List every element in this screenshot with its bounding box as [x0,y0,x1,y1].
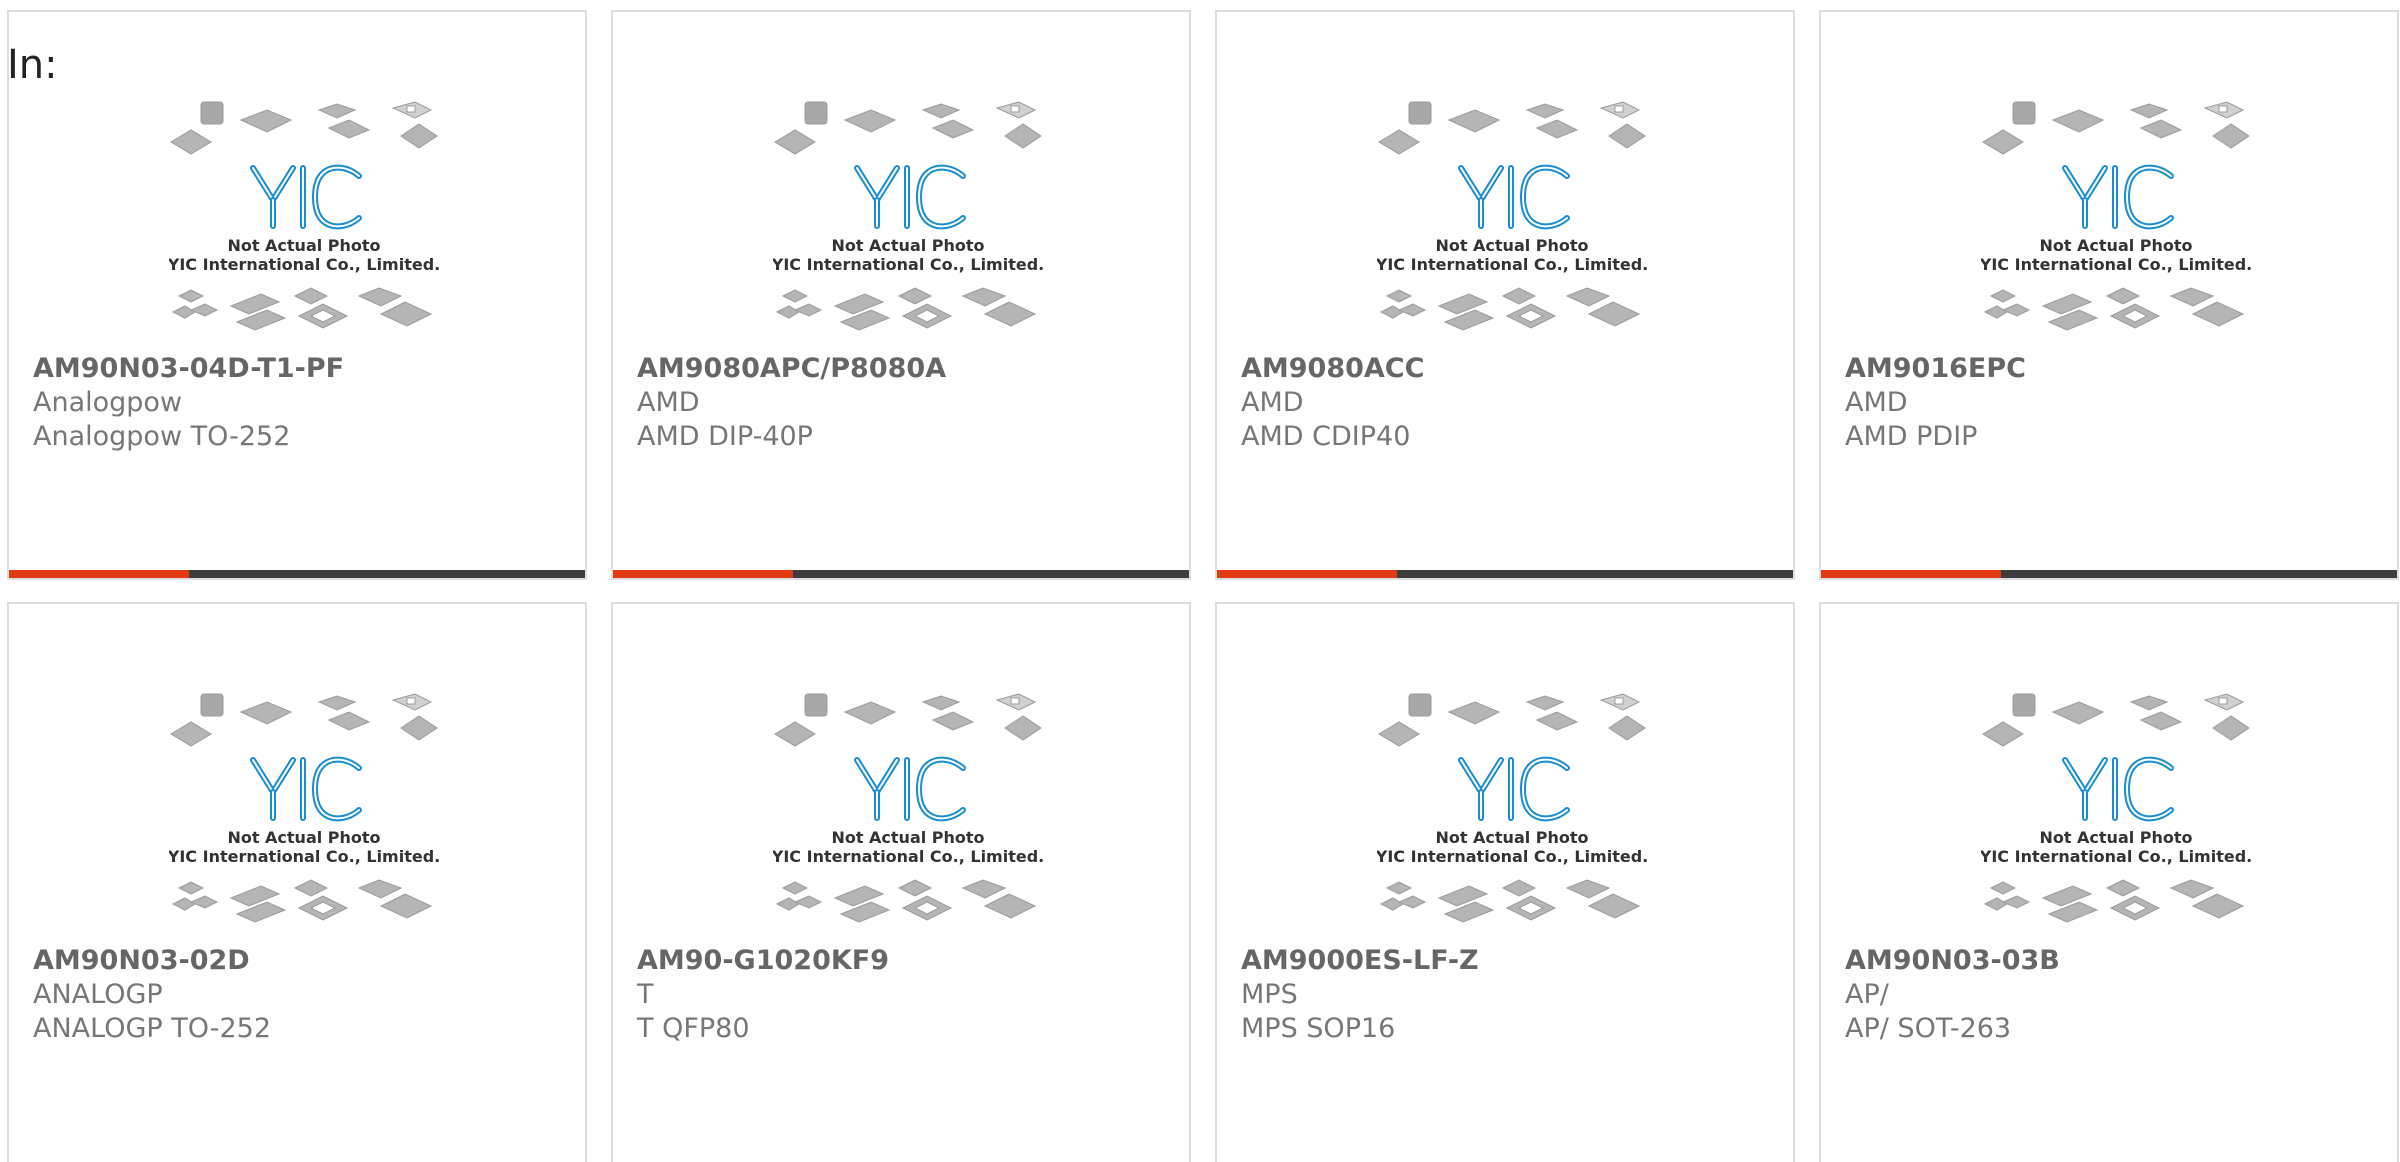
part-number[interactable]: AM9080ACC [1241,352,1783,386]
product-info: AM9080ACC AMD AMD CDIP40 [1241,352,1783,454]
card-accent-bar [1217,570,1793,578]
card-accent-bar [9,570,585,578]
placeholder-line1: Not Actual Photo [1435,828,1588,847]
card-accent-bar [613,570,1189,578]
package: ANALOGP TO-252 [33,1013,272,1044]
product-info: AM90N03-03B AP/ AP/ SOT-263 [1845,944,2387,1046]
placeholder-line2: YIC International Co., Limited. [773,847,1043,866]
placeholder-line1: Not Actual Photo [1435,236,1588,255]
manufacturer: AMD [1845,387,1908,418]
product-card[interactable]: Not Actual Photo YIC International Co., … [1819,602,2399,1162]
placeholder-photo-icon: Not Actual Photo YIC International Co., … [1377,693,1647,923]
product-card[interactable]: Not Actual Photo YIC International Co., … [7,602,587,1162]
dark-bar-segment [1397,570,1793,578]
placeholder-line2: YIC International Co., Limited. [169,847,439,866]
product-card[interactable]: Not Actual Photo YIC International Co., … [611,602,1191,1162]
product-grid-page: In: Not Actual Photo YIC International C… [0,0,2400,1162]
package: AMD CDIP40 [1241,421,1411,452]
placeholder-photo-icon: Not Actual Photo YIC International Co., … [773,101,1043,331]
accent-bar-segment [9,570,189,578]
accent-bar-segment [1217,570,1397,578]
placeholder-line2: YIC International Co., Limited. [1981,255,2251,274]
dark-bar-segment [793,570,1189,578]
placeholder-line1: Not Actual Photo [227,828,380,847]
placeholder-photo-icon: Not Actual Photo YIC International Co., … [1377,101,1647,331]
package: AP/ SOT-263 [1845,1013,2012,1044]
manufacturer: ANALOGP [33,979,163,1010]
manufacturer: AMD [1241,387,1304,418]
accent-bar-segment [613,570,793,578]
product-card[interactable]: Not Actual Photo YIC International Co., … [1819,10,2399,580]
product-info: AM9000ES-LF-Z MPS MPS SOP16 [1241,944,1783,1046]
product-card[interactable]: Not Actual Photo YIC International Co., … [7,10,587,580]
manufacturer: AP/ [1845,979,1889,1010]
placeholder-line1: Not Actual Photo [831,236,984,255]
package: T QFP80 [637,1013,750,1044]
placeholder-line1: Not Actual Photo [831,828,984,847]
placeholder-line2: YIC International Co., Limited. [1377,847,1647,866]
product-card[interactable]: Not Actual Photo YIC International Co., … [611,10,1191,580]
package: MPS SOP16 [1241,1013,1396,1044]
product-info: AM90N03-04D-T1-PF Analogpow Analogpow TO… [33,352,575,454]
package: AMD DIP-40P [637,421,813,452]
placeholder-photo-icon: Not Actual Photo YIC International Co., … [169,693,439,923]
part-number[interactable]: AM9080APC/P8080A [637,352,1179,386]
accent-bar-segment [1821,570,2001,578]
part-number[interactable]: AM90N03-03B [1845,944,2387,978]
placeholder-photo-icon: Not Actual Photo YIC International Co., … [1981,101,2251,331]
package: AMD PDIP [1845,421,1978,452]
placeholder-line2: YIC International Co., Limited. [773,255,1043,274]
part-number[interactable]: AM90-G1020KF9 [637,944,1179,978]
product-card[interactable]: Not Actual Photo YIC International Co., … [1215,602,1795,1162]
manufacturer: Analogpow [33,387,183,418]
placeholder-line1: Not Actual Photo [227,236,380,255]
manufacturer: T [637,979,654,1010]
placeholder-line2: YIC International Co., Limited. [1981,847,2251,866]
placeholder-line1: Not Actual Photo [2039,236,2192,255]
dark-bar-segment [2001,570,2397,578]
filter-label: In: [7,42,58,88]
card-accent-bar [1821,570,2397,578]
product-info: AM9080APC/P8080A AMD AMD DIP-40P [637,352,1179,454]
product-grid: Not Actual Photo YIC International Co., … [7,10,2400,1162]
placeholder-line2: YIC International Co., Limited. [1377,255,1647,274]
product-info: AM90-G1020KF9 T T QFP80 [637,944,1179,1046]
dark-bar-segment [189,570,585,578]
package: Analogpow TO-252 [33,421,291,452]
part-number[interactable]: AM9016EPC [1845,352,2387,386]
placeholder-line2: YIC International Co., Limited. [169,255,439,274]
part-number[interactable]: AM90N03-04D-T1-PF [33,352,575,386]
product-info: AM9016EPC AMD AMD PDIP [1845,352,2387,454]
placeholder-photo-icon: Not Actual Photo YIC International Co., … [1981,693,2251,923]
part-number[interactable]: AM9000ES-LF-Z [1241,944,1783,978]
manufacturer: AMD [637,387,700,418]
placeholder-line1: Not Actual Photo [2039,828,2192,847]
manufacturer: MPS [1241,979,1298,1010]
product-info: AM90N03-02D ANALOGP ANALOGP TO-252 [33,944,575,1046]
placeholder-photo-icon: Not Actual Photo YIC International Co., … [169,101,439,331]
product-card[interactable]: Not Actual Photo YIC International Co., … [1215,10,1795,580]
part-number[interactable]: AM90N03-02D [33,944,575,978]
placeholder-photo-icon: Not Actual Photo YIC International Co., … [773,693,1043,923]
